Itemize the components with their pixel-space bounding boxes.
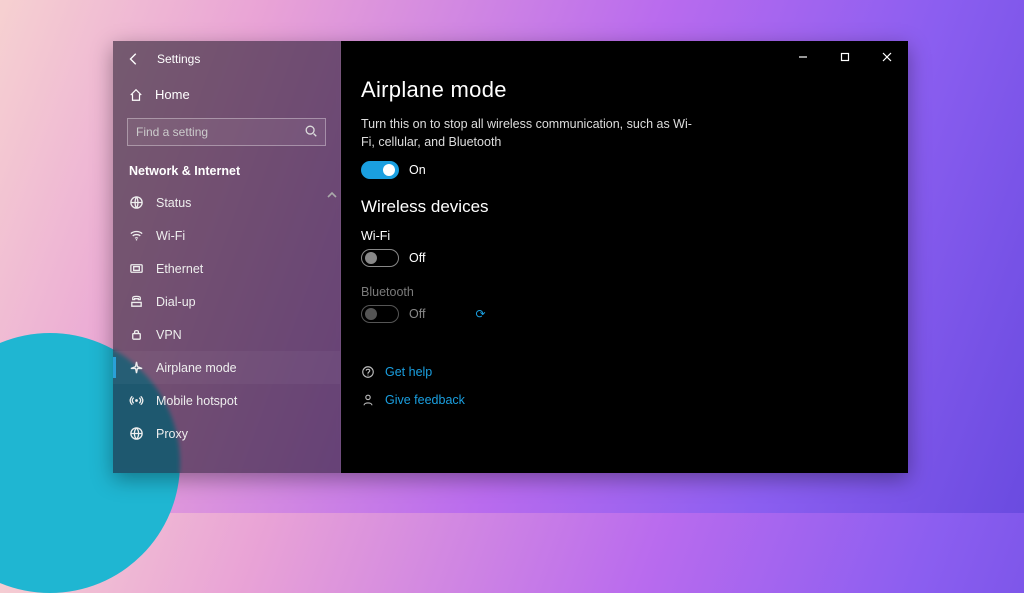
- sidebar-item-label: Dial-up: [156, 295, 196, 309]
- sidebar-header: Settings: [113, 41, 340, 77]
- sidebar-item-label: Ethernet: [156, 262, 203, 276]
- vpn-icon: [129, 327, 144, 342]
- wifi-toggle-row: Off: [361, 249, 888, 267]
- minimize-button[interactable]: [782, 43, 824, 71]
- airplane-toggle[interactable]: [361, 161, 399, 179]
- airplane-toggle-label: On: [409, 163, 426, 177]
- search-input[interactable]: [127, 118, 326, 146]
- status-icon: [129, 195, 144, 210]
- sidebar-item-label: Mobile hotspot: [156, 394, 237, 408]
- close-icon: [882, 52, 892, 62]
- give-feedback-link[interactable]: Give feedback: [361, 389, 888, 411]
- sidebar-item-label: Wi-Fi: [156, 229, 185, 243]
- wireless-heading: Wireless devices: [361, 197, 888, 217]
- home-icon: [129, 88, 143, 102]
- sidebar: Settings Home Network & Internet Status …: [113, 41, 341, 473]
- loading-spinner-icon: ⟳: [475, 307, 485, 321]
- sidebar-item-status[interactable]: Status: [113, 186, 340, 219]
- home-label: Home: [155, 87, 190, 102]
- help-icon: [361, 365, 375, 379]
- page-description: Turn this on to stop all wireless commun…: [361, 115, 701, 151]
- wifi-toggle[interactable]: [361, 249, 399, 267]
- sidebar-item-wifi[interactable]: Wi-Fi: [113, 219, 340, 252]
- app-title: Settings: [157, 52, 200, 66]
- sidebar-nav-list: Status Wi-Fi Ethernet Dial-up VPN Airpla…: [113, 186, 340, 473]
- toggle-knob: [365, 252, 377, 264]
- bluetooth-device-block: Bluetooth Off ⟳: [361, 285, 888, 323]
- airplane-icon: [129, 360, 144, 375]
- dialup-icon: [129, 294, 144, 309]
- proxy-icon: [129, 426, 144, 441]
- sidebar-item-dialup[interactable]: Dial-up: [113, 285, 340, 318]
- wifi-label: Wi-Fi: [361, 229, 888, 243]
- back-button[interactable]: [127, 52, 141, 66]
- back-arrow-icon: [127, 52, 141, 66]
- wifi-toggle-label: Off: [409, 251, 425, 265]
- sidebar-item-proxy[interactable]: Proxy: [113, 417, 340, 450]
- sidebar-item-hotspot[interactable]: Mobile hotspot: [113, 384, 340, 417]
- wifi-device-block: Wi-Fi Off: [361, 229, 888, 267]
- search-container: [113, 112, 340, 152]
- content-area: Airplane mode Turn this on to stop all w…: [341, 73, 908, 427]
- toggle-knob: [383, 164, 395, 176]
- feedback-icon: [361, 393, 375, 407]
- settings-window: Settings Home Network & Internet Status …: [113, 41, 908, 473]
- sidebar-item-label: Proxy: [156, 427, 188, 441]
- sidebar-item-vpn[interactable]: VPN: [113, 318, 340, 351]
- bluetooth-toggle-row: Off ⟳: [361, 305, 888, 323]
- get-help-label: Get help: [385, 365, 432, 379]
- wifi-icon: [129, 228, 144, 243]
- get-help-link[interactable]: Get help: [361, 361, 888, 383]
- sidebar-item-label: VPN: [156, 328, 182, 342]
- window-titlebar: [341, 41, 908, 73]
- airplane-toggle-row: On: [361, 161, 888, 179]
- minimize-icon: [798, 52, 808, 62]
- page-title: Airplane mode: [361, 77, 888, 103]
- close-button[interactable]: [866, 43, 908, 71]
- maximize-icon: [840, 52, 850, 62]
- ethernet-icon: [129, 261, 144, 276]
- sidebar-item-airplane[interactable]: Airplane mode: [113, 351, 340, 384]
- maximize-button[interactable]: [824, 43, 866, 71]
- bluetooth-label: Bluetooth: [361, 285, 888, 299]
- home-nav[interactable]: Home: [113, 77, 340, 112]
- give-feedback-label: Give feedback: [385, 393, 465, 407]
- sidebar-item-label: Status: [156, 196, 191, 210]
- bluetooth-toggle-label: Off: [409, 307, 425, 321]
- hotspot-icon: [129, 393, 144, 408]
- main-panel: Airplane mode Turn this on to stop all w…: [341, 41, 908, 473]
- sidebar-section-title: Network & Internet: [113, 152, 340, 186]
- sidebar-item-ethernet[interactable]: Ethernet: [113, 252, 340, 285]
- toggle-knob: [365, 308, 377, 320]
- bluetooth-toggle[interactable]: [361, 305, 399, 323]
- sidebar-item-label: Airplane mode: [156, 361, 237, 375]
